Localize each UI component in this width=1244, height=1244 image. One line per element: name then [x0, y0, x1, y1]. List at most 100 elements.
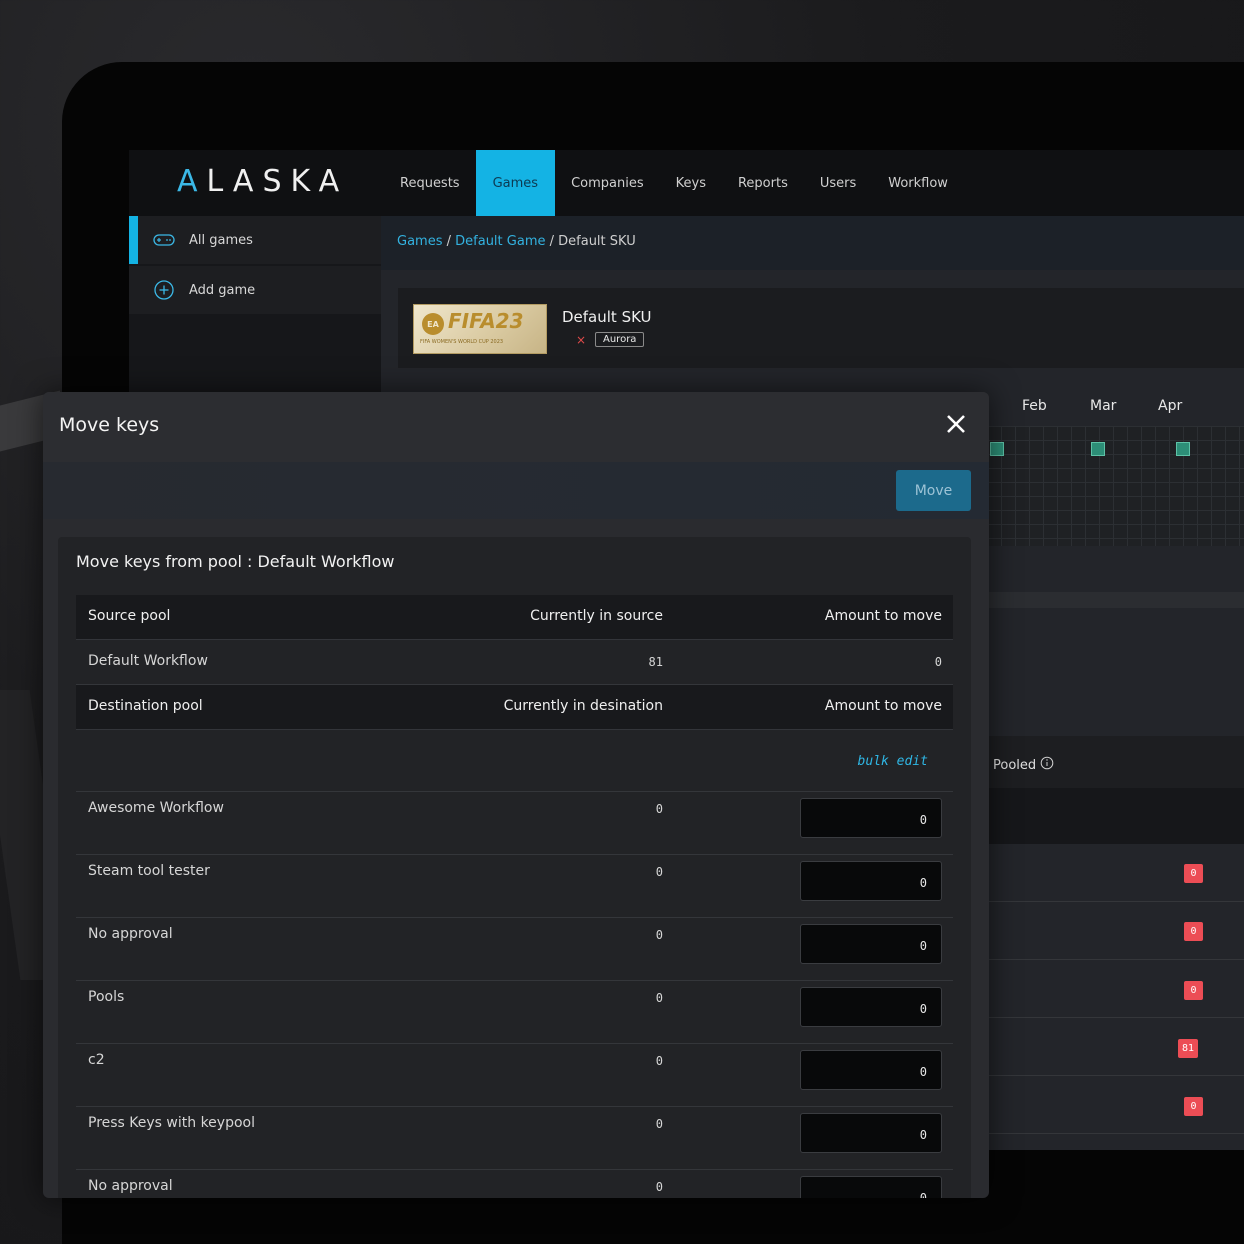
destination-current-count: 0	[655, 802, 663, 816]
section-divider	[987, 592, 1244, 608]
bulk-edit-row: bulk edit	[76, 730, 953, 792]
source-header-row: Source pool Currently in source Amount t…	[76, 595, 953, 640]
move-button[interactable]: Move	[896, 470, 971, 511]
destination-current-count: 0	[655, 1054, 663, 1068]
platform-tag: Aurora	[595, 332, 645, 347]
destination-row: No approval 0 0	[76, 918, 953, 981]
move-keys-modal: Move keys Move Move keys from pool : Def…	[43, 392, 989, 1198]
table-row	[987, 960, 1244, 1018]
pooled-count-badge: 81	[1178, 1039, 1199, 1058]
breadcrumb-separator: /	[545, 234, 559, 249]
destination-row: Press Keys with keypool 0 0	[76, 1107, 953, 1170]
bulk-edit-link[interactable]: bulk edit	[858, 754, 928, 769]
destination-row: Awesome Workflow 0 0	[76, 792, 953, 855]
breadcrumb: Games / Default Game / Default SKU	[381, 216, 1244, 270]
amount-input[interactable]: 0	[800, 798, 942, 838]
destination-pool-name: Pools	[88, 989, 125, 1005]
sidebar-item-all-games[interactable]: All games	[129, 216, 381, 264]
amount-input[interactable]: 0	[800, 1113, 942, 1153]
game-card: EA FIFA23 FIFA WOMEN'S WORLD CUP 2023 De…	[398, 288, 1244, 368]
sidebar-item-label: Add game	[189, 282, 256, 298]
source-pool-header: Source pool	[88, 608, 171, 624]
pooled-column-header: Pooled	[993, 756, 1054, 773]
amount-input[interactable]: 0	[800, 861, 942, 901]
destination-pool-name: No approval	[88, 1178, 173, 1194]
pooled-count-badge: 0	[1184, 1097, 1203, 1116]
breadcrumb-game-link[interactable]: Default Game	[455, 234, 545, 249]
destination-row: c2 0 0	[76, 1044, 953, 1107]
destination-pool-name: Steam tool tester	[88, 863, 210, 879]
source-row: Default Workflow 81 0	[76, 640, 953, 685]
move-keys-panel: Move keys from pool : Default Workflow S…	[58, 537, 971, 1198]
move-keys-table: Source pool Currently in source Amount t…	[76, 595, 953, 1198]
month-label: Apr	[1158, 398, 1183, 414]
breadcrumb-current: Default SKU	[558, 234, 636, 249]
breadcrumb-games-link[interactable]: Games	[397, 234, 442, 249]
breadcrumb-separator: /	[442, 234, 456, 249]
info-icon[interactable]	[1040, 756, 1054, 770]
nav-keys[interactable]: Keys	[660, 150, 722, 216]
nav-requests[interactable]: Requests	[384, 150, 476, 216]
nav-workflow[interactable]: Workflow	[872, 150, 964, 216]
table-row	[987, 844, 1244, 902]
nav-users[interactable]: Users	[804, 150, 872, 216]
destination-pool-name: No approval	[88, 926, 173, 942]
destination-row: No approval 0 0	[76, 1170, 953, 1198]
table-row	[987, 1076, 1244, 1134]
destination-current-count: 0	[655, 865, 663, 879]
gamepad-icon	[153, 234, 175, 246]
nav-reports[interactable]: Reports	[722, 150, 804, 216]
destination-current-count: 0	[655, 1117, 663, 1131]
game-cover-image: EA FIFA23 FIFA WOMEN'S WORLD CUP 2023	[413, 304, 547, 354]
nav-companies[interactable]: Companies	[555, 150, 660, 216]
source-current-count: 81	[648, 655, 663, 669]
amount-input[interactable]: 0	[800, 1176, 942, 1198]
destination-pool-header: Destination pool	[88, 698, 203, 714]
sidebar-item-label: All games	[189, 232, 253, 248]
calendar-marker[interactable]	[1091, 442, 1105, 456]
alaska-logo[interactable]: ALASKA	[177, 164, 348, 199]
top-navbar: ALASKA Requests Games Companies Keys Rep…	[129, 150, 1244, 216]
month-label: Mar	[1090, 398, 1117, 414]
panel-title: Move keys from pool : Default Workflow	[76, 552, 395, 571]
source-pool-name: Default Workflow	[88, 653, 208, 669]
calendar-marker[interactable]	[990, 442, 1004, 456]
currently-in-source-header: Currently in source	[530, 608, 663, 624]
destination-current-count: 0	[655, 991, 663, 1005]
amount-to-move-header: Amount to move	[824, 608, 942, 624]
month-label: Feb	[1022, 398, 1047, 414]
main-nav: Requests Games Companies Keys Reports Us…	[384, 150, 964, 216]
ea-logo: EA	[422, 313, 444, 335]
table-row	[987, 1018, 1244, 1076]
remove-tag-icon[interactable]: ×	[576, 333, 586, 347]
amount-input[interactable]: 0	[800, 924, 942, 964]
amount-input[interactable]: 0	[800, 1050, 942, 1090]
pooled-count-badge: 0	[1184, 981, 1203, 1000]
pooled-count-badge: 0	[1184, 922, 1203, 941]
game-logo-text: FIFA23	[448, 309, 524, 333]
modal-toolbar: Move	[43, 462, 989, 519]
plus-circle-icon	[154, 280, 174, 300]
calendar-marker[interactable]	[1176, 442, 1190, 456]
destination-pool-name: c2	[88, 1052, 105, 1068]
nav-games[interactable]: Games	[475, 150, 556, 216]
destination-row: Pools 0 0	[76, 981, 953, 1044]
sku-title: Default SKU	[562, 308, 652, 326]
table-row	[987, 902, 1244, 960]
modal-title: Move keys	[59, 414, 160, 436]
amount-to-move-header: Amount to move	[824, 698, 942, 714]
destination-current-count: 0	[655, 1180, 663, 1194]
modal-header: Move keys	[43, 392, 989, 462]
destination-row: Steam tool tester 0 0	[76, 855, 953, 918]
sidebar-item-add-game[interactable]: Add game	[129, 266, 381, 314]
destination-header-row: Destination pool Currently in desination…	[76, 685, 953, 730]
calendar-grid	[987, 426, 1244, 546]
close-icon[interactable]	[945, 413, 967, 435]
currently-in-destination-header: Currently in desination	[503, 698, 663, 714]
amount-input[interactable]: 0	[800, 987, 942, 1027]
game-logo-subtext: FIFA WOMEN'S WORLD CUP 2023	[420, 339, 504, 345]
destination-current-count: 0	[655, 928, 663, 942]
table-row	[987, 788, 1244, 844]
source-amount: 0	[934, 655, 942, 669]
destination-pool-name: Awesome Workflow	[88, 800, 224, 816]
